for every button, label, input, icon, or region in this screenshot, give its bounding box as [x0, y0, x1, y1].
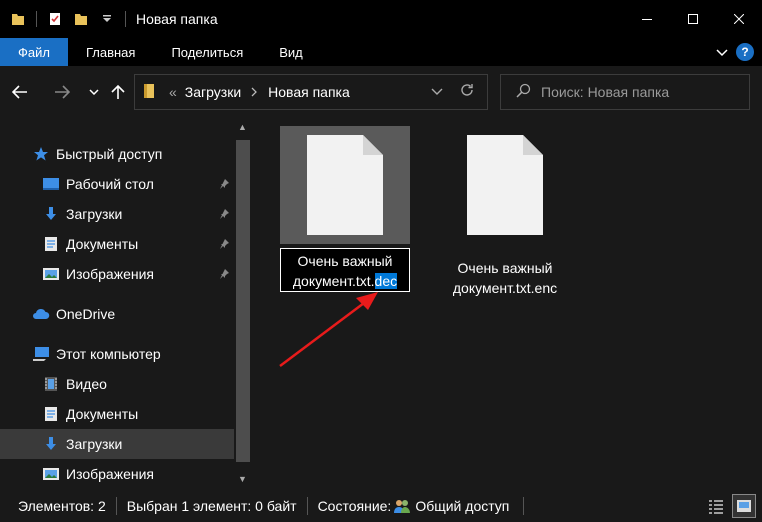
- status-bar: Элементов: 2 Выбран 1 элемент: 0 байт Со…: [0, 490, 762, 522]
- minimize-button[interactable]: [624, 0, 670, 38]
- breadcrumb-chevron-icon[interactable]: [251, 84, 258, 100]
- sidebar-item-label: Рабочий стол: [66, 176, 154, 192]
- sidebar-item-label: Загрузки: [66, 206, 123, 222]
- quick-access-separator: [36, 11, 37, 27]
- sidebar-item-downloads-pinned[interactable]: Загрузки: [0, 199, 234, 229]
- state-label: Состояние:: [317, 498, 392, 514]
- item-count: Элементов: 2: [18, 498, 106, 514]
- breadcrumb-overflow[interactable]: «: [169, 84, 177, 100]
- address-bar[interactable]: « Загрузки Новая папка: [134, 74, 488, 110]
- computer-icon: [32, 345, 50, 363]
- pictures-icon: [42, 465, 60, 483]
- breadcrumb-downloads[interactable]: Загрузки: [185, 84, 241, 100]
- refresh-icon[interactable]: [459, 82, 475, 101]
- video-icon: [42, 375, 60, 393]
- sidebar-item-onedrive[interactable]: OneDrive: [0, 299, 234, 329]
- sidebar-item-label: Документы: [66, 236, 139, 252]
- large-icons-view-button[interactable]: [732, 494, 756, 518]
- pin-icon[interactable]: [218, 207, 230, 223]
- search-input[interactable]: Поиск: Новая папка: [541, 84, 669, 100]
- pin-icon[interactable]: [218, 267, 230, 283]
- desktop-icon: [42, 175, 60, 193]
- tab-view[interactable]: Вид: [261, 38, 321, 66]
- sidebar-item-pictures-pinned[interactable]: Изображения: [0, 259, 234, 289]
- sidebar-scrollbar[interactable]: ▲ ▼: [234, 118, 252, 490]
- details-view-button[interactable]: [704, 494, 728, 518]
- sidebar-item-label: Этот компьютер: [56, 346, 161, 362]
- download-icon: [42, 435, 60, 453]
- selection-info: Выбран 1 элемент: 0 байт: [126, 498, 297, 514]
- sidebar-item-pictures[interactable]: Изображения: [0, 459, 234, 489]
- pictures-icon: [42, 265, 60, 283]
- close-button[interactable]: [716, 0, 762, 38]
- new-folder-icon[interactable]: [73, 11, 89, 27]
- sidebar-item-quick-access[interactable]: Быстрый доступ: [0, 139, 234, 169]
- sidebar-item-label: Изображения: [66, 266, 154, 282]
- annotation-arrow: [279, 292, 378, 367]
- sidebar-item-label: Изображения: [66, 466, 154, 482]
- help-button[interactable]: ?: [736, 43, 754, 61]
- back-button[interactable]: [8, 80, 32, 104]
- file-list[interactable]: Очень важный документ.txt.dec Очень важн…: [252, 118, 762, 490]
- sidebar-item-label: Загрузки: [66, 436, 123, 452]
- sidebar-item-desktop[interactable]: Рабочий стол: [0, 169, 234, 199]
- sidebar-item-downloads[interactable]: Загрузки: [0, 429, 234, 459]
- sidebar-item-video[interactable]: Видео: [0, 369, 234, 399]
- search-box[interactable]: Поиск: Новая папка: [500, 74, 750, 110]
- star-icon: [32, 145, 50, 163]
- scrollbar-thumb[interactable]: [236, 140, 250, 462]
- title-separator: [125, 11, 126, 27]
- sharing-status: Общий доступ: [415, 498, 510, 514]
- sidebar-item-label: Видео: [66, 376, 107, 392]
- expand-ribbon-icon[interactable]: [716, 44, 728, 60]
- tab-file[interactable]: Файл: [0, 38, 68, 66]
- documents-icon: [42, 405, 60, 423]
- status-separator: [523, 497, 525, 515]
- sidebar-item-this-pc[interactable]: Этот компьютер: [0, 339, 234, 369]
- scroll-up-icon[interactable]: ▲: [238, 122, 247, 132]
- sidebar-item-documents[interactable]: Документы: [0, 399, 234, 429]
- pin-icon[interactable]: [218, 237, 230, 253]
- folder-icon: [10, 11, 26, 27]
- sidebar-item-label: Документы: [66, 406, 139, 422]
- scroll-down-icon[interactable]: ▼: [238, 474, 247, 484]
- forward-button[interactable]: [50, 80, 74, 104]
- sidebar-item-documents-pinned[interactable]: Документы: [0, 229, 234, 259]
- download-icon: [42, 205, 60, 223]
- breadcrumb-current[interactable]: Новая папка: [268, 84, 350, 100]
- properties-icon[interactable]: [47, 11, 63, 27]
- up-button[interactable]: [106, 80, 130, 104]
- customize-toolbar-icon[interactable]: [99, 11, 115, 27]
- address-folder-icon: [143, 83, 157, 102]
- tab-share[interactable]: Поделиться: [153, 38, 261, 66]
- cloud-icon: [32, 305, 50, 323]
- window-title: Новая папка: [136, 11, 218, 27]
- ribbon-tabs: Файл Главная Поделиться Вид ?: [0, 38, 762, 66]
- navigation-pane: Быстрый доступ Рабочий стол Загрузки Док…: [0, 118, 252, 490]
- recent-locations-button[interactable]: [82, 80, 106, 104]
- documents-icon: [42, 235, 60, 253]
- pin-icon[interactable]: [218, 177, 230, 193]
- address-history-dropdown-icon[interactable]: [431, 83, 443, 99]
- sidebar-item-label: Быстрый доступ: [56, 146, 163, 162]
- shared-users-icon: [393, 498, 411, 514]
- navigation-bar: « Загрузки Новая папка Поиск: Новая папк…: [0, 66, 762, 118]
- maximize-button[interactable]: [670, 0, 716, 38]
- tab-home[interactable]: Главная: [68, 38, 153, 66]
- search-icon: [515, 83, 531, 102]
- title-bar: Новая папка: [0, 0, 762, 38]
- sidebar-item-label: OneDrive: [56, 306, 116, 322]
